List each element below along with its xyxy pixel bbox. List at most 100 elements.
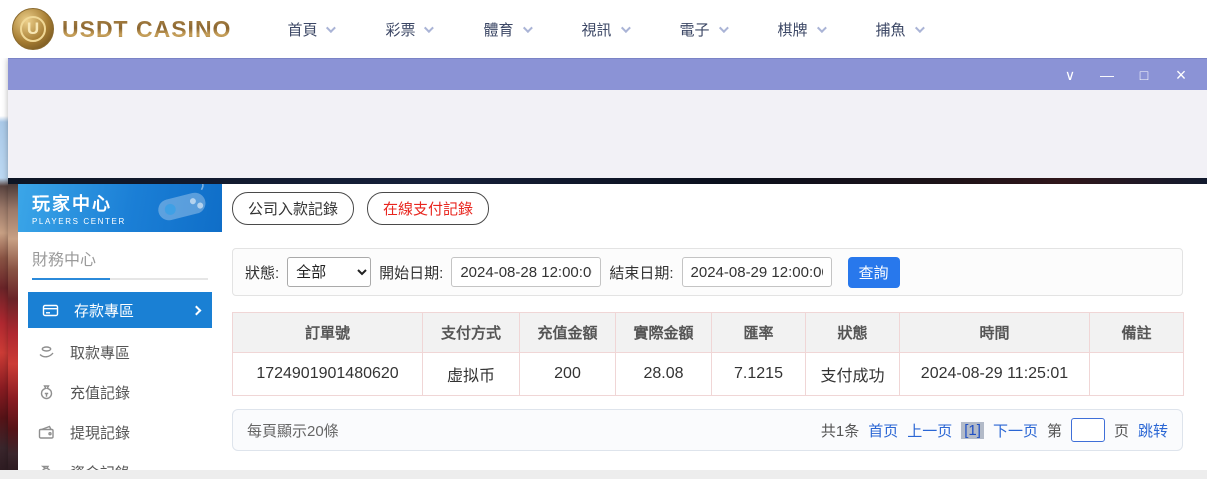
sidebar-item-withdraw-zone[interactable]: 取款專區 [18, 332, 222, 372]
deposit-card-icon [42, 304, 59, 316]
col-recharge-amount: 充值金額 [519, 312, 616, 353]
tab-online-payment-records[interactable]: 在線支付記錄 [367, 192, 490, 225]
finance-center-section-title: 財務中心 [32, 252, 97, 269]
nav-item-fishing[interactable]: 捕魚 [875, 19, 925, 40]
window-minimize-icon[interactable]: — [1099, 67, 1115, 83]
prev-page-link[interactable]: 上一页 [907, 420, 952, 441]
end-date-label: 結束日期: [609, 264, 674, 282]
cell-time: 2024-08-29 11:25:01 [899, 352, 1090, 396]
chevron-down-icon [326, 22, 337, 33]
cell-remark [1089, 352, 1184, 396]
col-exchange-rate: 匯率 [711, 312, 806, 353]
sidebar-item-deposit-zone[interactable]: 存款專區 [28, 292, 212, 328]
cell-actual-amount: 28.08 [615, 352, 712, 396]
background-photo-strip [8, 184, 18, 470]
recharge-moneybag-icon [40, 384, 53, 399]
chevron-down-icon [522, 22, 533, 33]
end-date-input[interactable] [681, 257, 832, 287]
start-date-label: 開始日期: [379, 264, 444, 282]
jump-action-link[interactable]: 跳转 [1138, 420, 1168, 441]
withdraw-hand-icon [39, 345, 54, 357]
main-panel: 公司入款記錄 在線支付記錄 狀態: 全部 開始日期: 結束日期: 查詢 [222, 184, 1207, 470]
status-select[interactable]: 全部 [287, 257, 372, 287]
pagination-controls: 共1条 首页 上一页 [1] 下一页 第 页 跳转 [821, 418, 1168, 442]
table-header-row: 訂單號 支付方式 充值金額 實際金額 匯率 狀態 時間 備註 [232, 312, 1184, 353]
window-titlebar[interactable]: ∨ — □ × [8, 58, 1207, 90]
jump-page-input[interactable] [1070, 418, 1105, 442]
top-navigation-bar: U USDT CASINO 首頁 彩票 體育 視訊 電子 棋牌 捕魚 [0, 0, 1207, 58]
nav-item-slots[interactable]: 電子 [679, 19, 729, 40]
chevron-right-icon [191, 305, 202, 315]
col-pay-method: 支付方式 [422, 312, 520, 353]
next-page-link[interactable]: 下一页 [993, 420, 1038, 441]
cell-status: 支付成功 [805, 352, 900, 396]
sidebar-item-label: 充值記錄 [70, 384, 131, 402]
pagination-bar: 每頁顯示20條 共1条 首页 上一页 [1] 下一页 第 页 跳转 [232, 409, 1183, 451]
nav-item-lottery[interactable]: 彩票 [385, 19, 435, 40]
col-time: 時間 [899, 312, 1090, 353]
withdrawal-wallet-icon [38, 425, 54, 439]
records-table: 訂單號 支付方式 充值金額 實際金額 匯率 狀態 時間 備註 172490190… [232, 312, 1184, 396]
chevron-down-icon [816, 22, 827, 33]
sidebar-item-recharge-records[interactable]: 充值記錄 [18, 372, 222, 412]
record-tabs: 公司入款記錄 在線支付記錄 [232, 192, 1207, 225]
players-center-header: 玩家中心 PLAYERS CENTER [18, 184, 222, 232]
sidebar-item-label: 資金記錄 [70, 462, 130, 471]
col-order-no: 訂單號 [232, 312, 423, 353]
status-label: 狀態: [245, 264, 280, 282]
sidebar: 玩家中心 PLAYERS CENTER 財務中心 存款專區 取款專區 充值記錄 … [18, 184, 222, 470]
window-dropdown-icon[interactable]: ∨ [1062, 67, 1078, 83]
player-center-window: ∨ — □ × 玩家中心 PLAYERS CENTER 財務中心 存款專區 取款… [8, 58, 1207, 470]
nav-label: 彩票 [385, 21, 416, 39]
start-date-input[interactable] [451, 257, 602, 287]
nav-item-live[interactable]: 視訊 [581, 19, 631, 40]
nav-item-cards[interactable]: 棋牌 [777, 19, 827, 40]
chevron-down-icon [718, 22, 729, 33]
col-remark: 備註 [1089, 312, 1184, 353]
cell-exchange-rate: 7.1215 [711, 352, 806, 396]
jump-prefix-label: 第 [1046, 422, 1062, 440]
section-underline [32, 278, 208, 280]
main-menu: 首頁 彩票 體育 視訊 電子 棋牌 捕魚 [287, 19, 925, 40]
sidebar-item-label: 取款專區 [70, 344, 131, 362]
window-maximize-icon[interactable]: □ [1136, 67, 1152, 83]
col-actual-amount: 實際金額 [615, 312, 712, 353]
sidebar-item-withdrawal-records[interactable]: 提現記錄 [18, 412, 222, 452]
nav-label: 棋牌 [777, 21, 808, 39]
logo-text: USDT CASINO [62, 15, 232, 42]
chevron-down-icon [620, 22, 631, 33]
cell-recharge-amount: 200 [519, 352, 616, 396]
nav-label: 體育 [483, 21, 514, 39]
cell-order-no: 1724901901480620 [232, 352, 423, 396]
tab-company-deposit-records[interactable]: 公司入款記錄 [232, 192, 355, 225]
nav-label: 電子 [679, 21, 710, 39]
chevron-down-icon [424, 22, 435, 33]
cell-pay-method: 虚拟币 [422, 352, 520, 396]
window-content: 玩家中心 PLAYERS CENTER 財務中心 存款專區 取款專區 充值記錄 … [8, 184, 1207, 470]
nav-label: 捕魚 [875, 21, 906, 39]
col-status: 狀態 [805, 312, 900, 353]
window-close-icon[interactable]: × [1173, 66, 1189, 84]
nav-label: 首頁 [287, 21, 318, 39]
table-row: 1724901901480620 虚拟币 200 28.08 7.1215 支付… [232, 352, 1184, 396]
nav-label: 視訊 [581, 21, 612, 39]
chevron-down-icon [914, 22, 925, 33]
sidebar-item-label: 存款專區 [74, 302, 135, 320]
site-logo[interactable]: U USDT CASINO [12, 8, 231, 50]
window-blank-area [8, 90, 1207, 178]
query-button[interactable]: 查詢 [847, 256, 900, 288]
sidebar-menu: 存款專區 取款專區 充值記錄 提現記錄 [18, 292, 222, 470]
nav-item-sports[interactable]: 體育 [483, 19, 533, 40]
total-count-text: 共1条 [820, 422, 860, 440]
sidebar-item-label: 提現記錄 [70, 424, 131, 442]
page-bottom-strip [0, 470, 1207, 479]
page-background-strip [0, 58, 8, 470]
current-page-indicator: [1] [961, 421, 984, 439]
page-size-text: 每頁顯示20條 [247, 422, 339, 440]
logo-coin-icon: U [12, 8, 54, 50]
first-page-link[interactable]: 首页 [868, 420, 898, 441]
nav-item-home[interactable]: 首頁 [287, 19, 337, 40]
filter-bar: 狀態: 全部 開始日期: 結束日期: 查詢 [232, 248, 1183, 296]
jump-suffix-label: 页 [1113, 422, 1129, 440]
sidebar-item-funds-records[interactable]: 資金記錄 [18, 452, 222, 470]
